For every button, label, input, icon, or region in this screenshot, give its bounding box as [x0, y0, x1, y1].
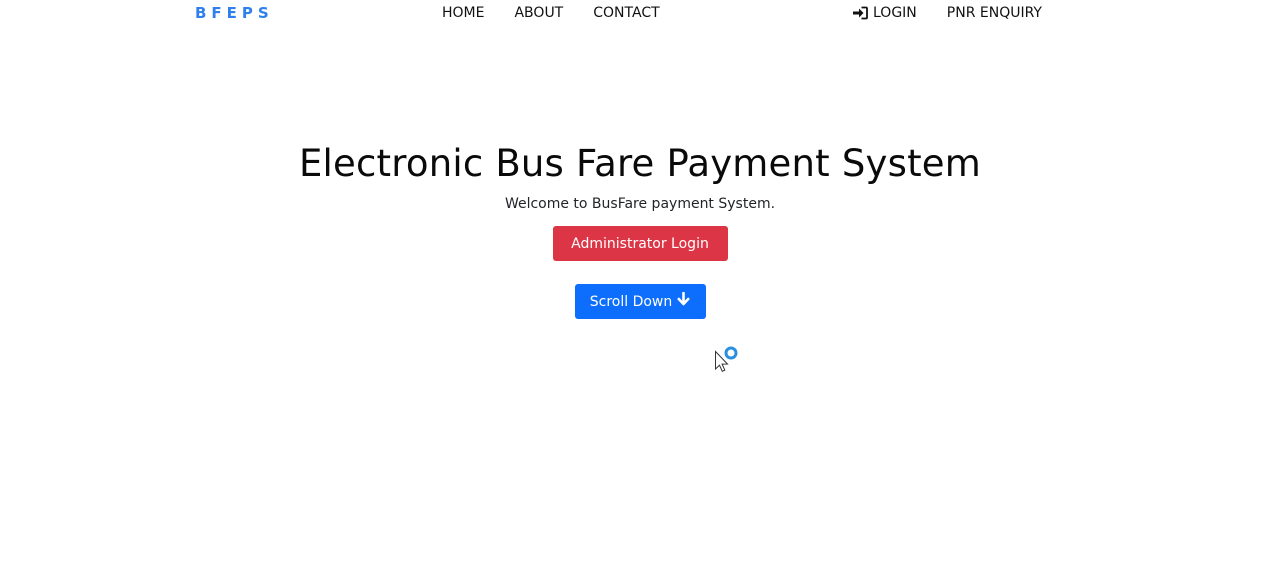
administrator-login-button[interactable]: Administrator Login	[552, 226, 728, 261]
busy-cursor-icon	[714, 345, 744, 375]
nav-right-links: LOGIN PNR ENQUIRY	[852, 4, 1042, 22]
navbar: BFEPS HOME ABOUT CONTACT LOGIN PNR ENQUI…	[0, 0, 1280, 28]
nav-link-login-label: LOGIN	[873, 5, 917, 21]
scroll-button-row: Scroll Down	[0, 261, 1280, 319]
brand-logo[interactable]: BFEPS	[195, 4, 274, 22]
scroll-down-button[interactable]: Scroll Down	[574, 284, 706, 319]
nav-link-login[interactable]: LOGIN	[852, 4, 917, 22]
nav-center-links: HOME ABOUT CONTACT	[442, 4, 660, 22]
page-subtitle: Welcome to BusFare payment System.	[504, 196, 776, 212]
hero-section: Electronic Bus Fare Payment System Welco…	[0, 140, 1280, 319]
nav-link-about[interactable]: ABOUT	[514, 4, 563, 22]
arrow-down-icon	[677, 291, 690, 312]
admin-button-row: Administrator Login	[0, 214, 1280, 261]
nav-link-contact[interactable]: CONTACT	[593, 4, 659, 22]
scroll-down-label: Scroll Down	[589, 293, 673, 310]
page: BFEPS HOME ABOUT CONTACT LOGIN PNR ENQUI…	[0, 0, 1280, 588]
sign-in-icon	[852, 6, 868, 20]
administrator-login-label: Administrator Login	[571, 235, 709, 252]
nav-link-pnr-enquiry[interactable]: PNR ENQUIRY	[947, 4, 1042, 22]
nav-link-home[interactable]: HOME	[442, 4, 484, 22]
page-title: Electronic Bus Fare Payment System	[298, 142, 981, 185]
